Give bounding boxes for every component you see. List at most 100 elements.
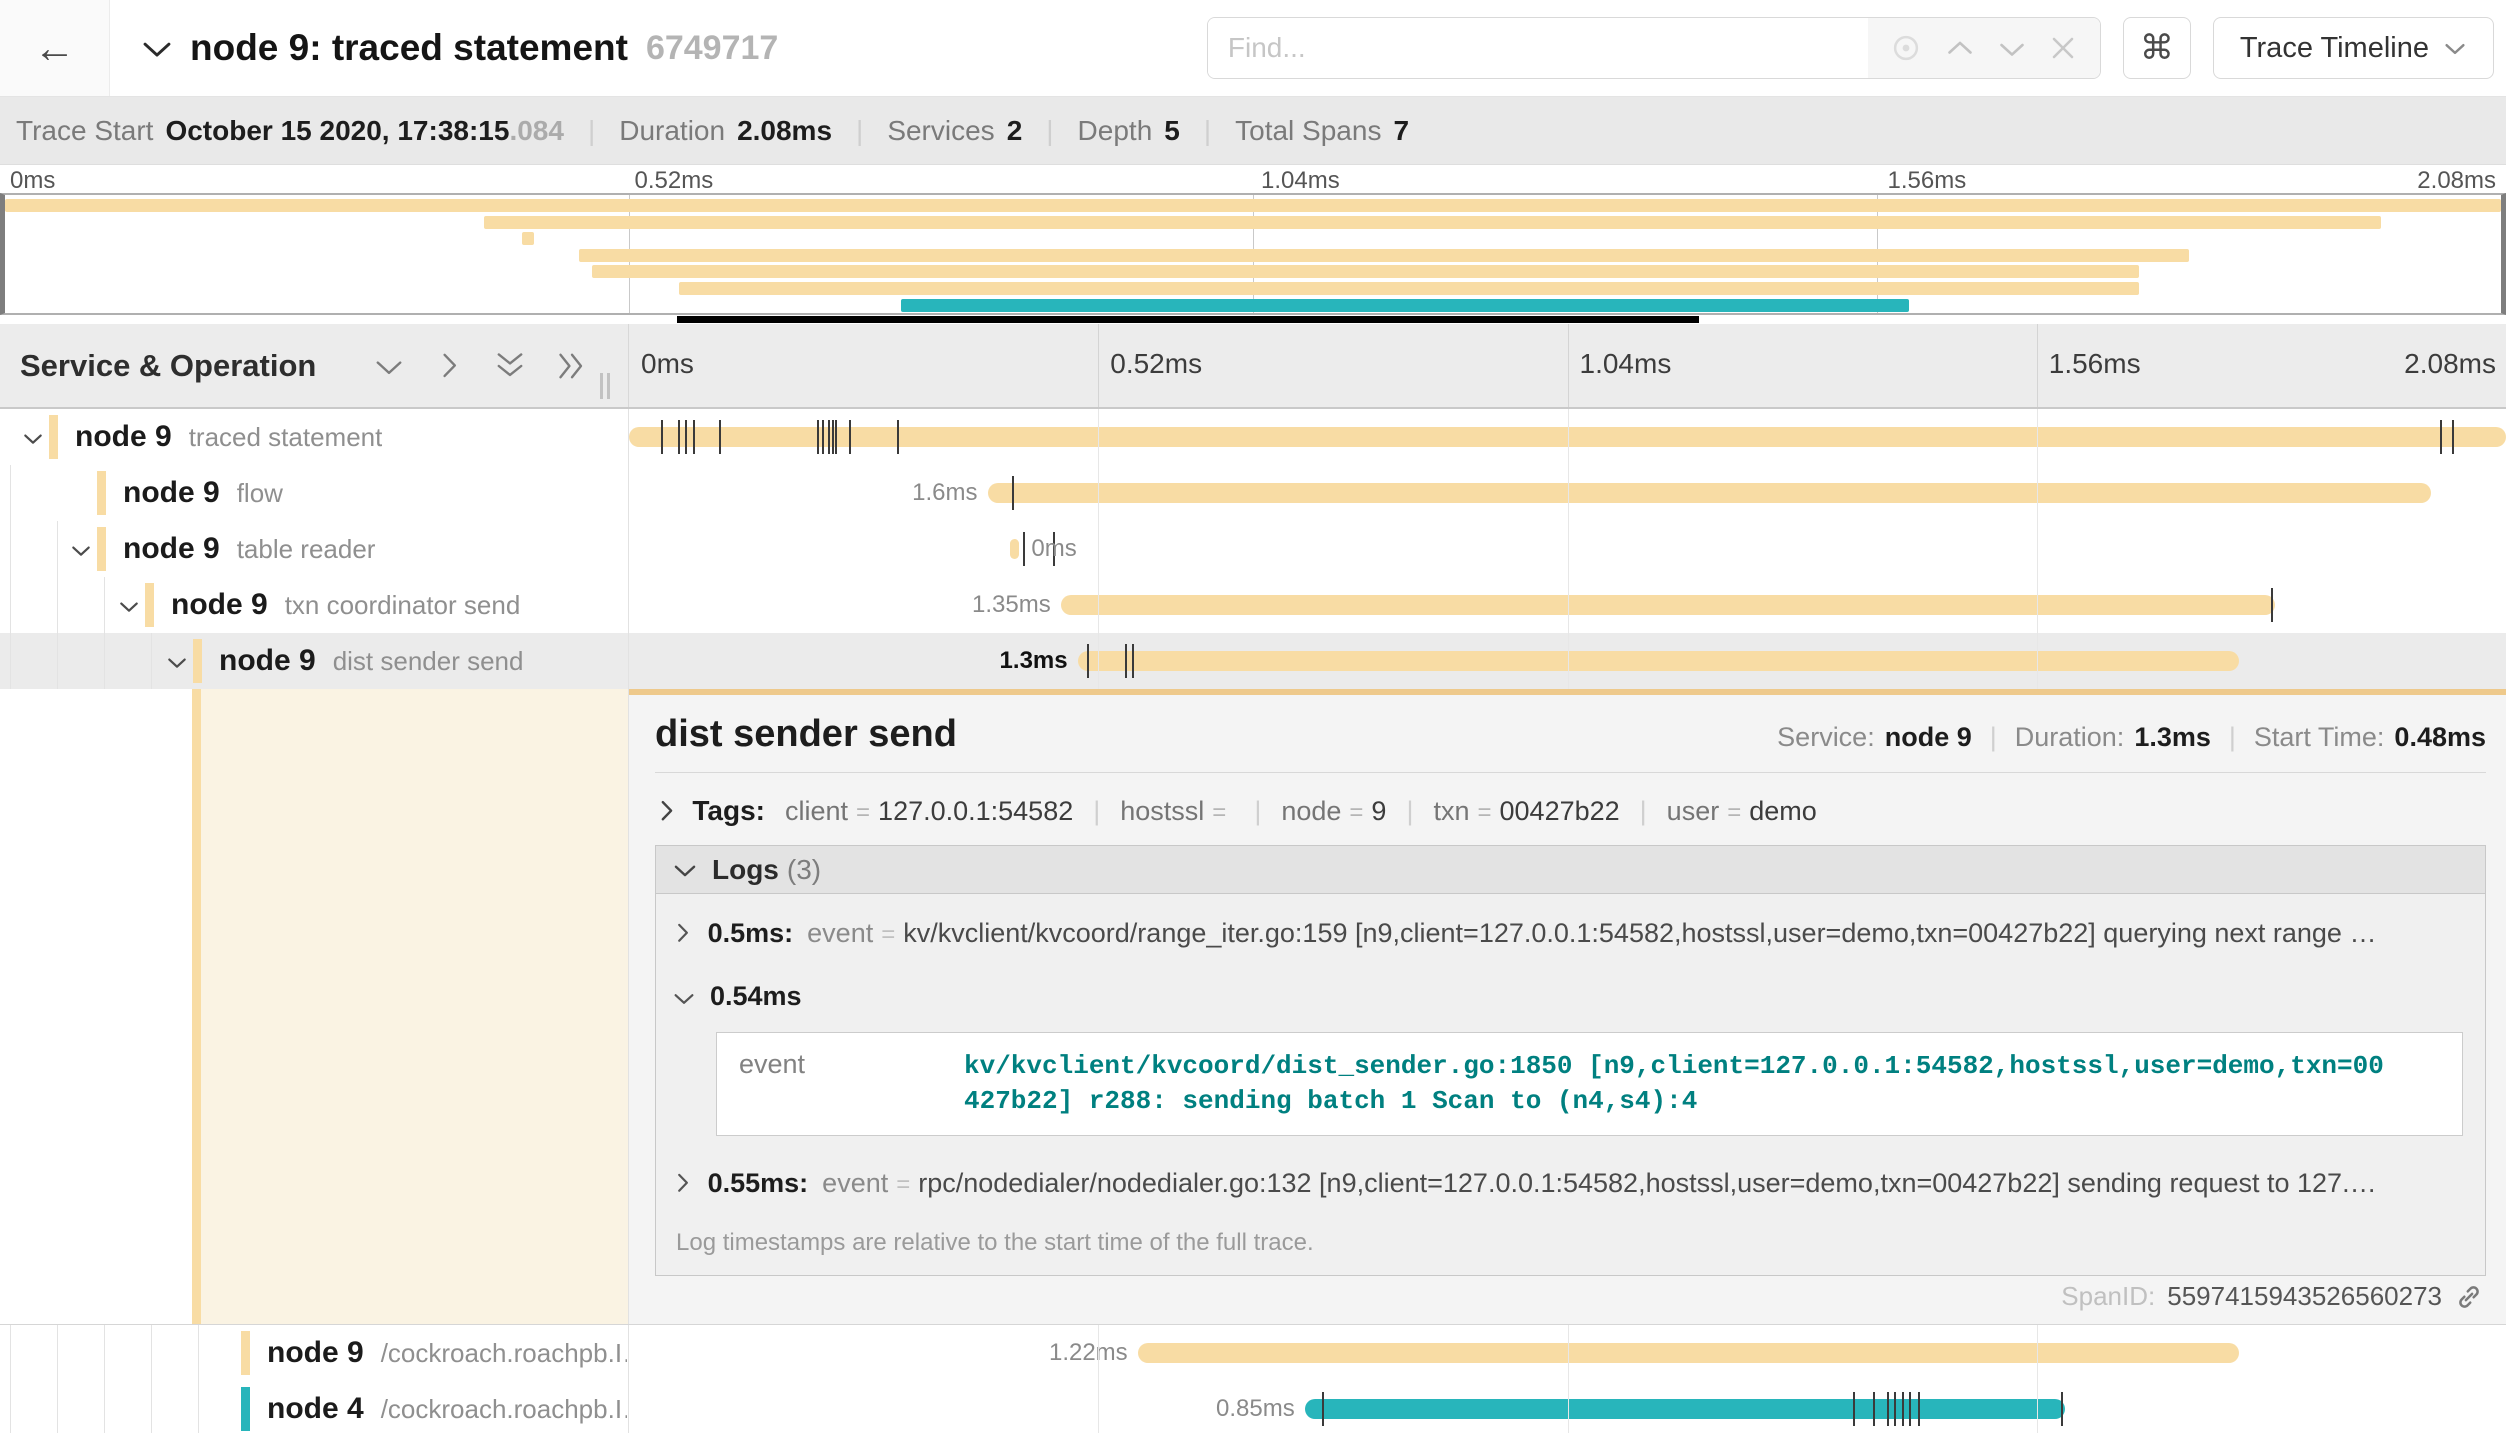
span-duration-bar[interactable] xyxy=(1010,539,1019,559)
log-marker-tick xyxy=(1873,1392,1875,1426)
log-marker-tick xyxy=(1909,1392,1911,1426)
span-tree-cell[interactable]: node 9flow xyxy=(0,465,629,521)
find-bar xyxy=(1207,17,2101,79)
log-marker-tick xyxy=(2271,588,2273,622)
span-tag: txn=00427b22 xyxy=(1433,796,1619,827)
minimap-tick: 0.52ms xyxy=(635,167,714,195)
chevron-right-icon xyxy=(655,799,678,822)
span-duration-bar[interactable] xyxy=(988,483,2431,503)
summary-item: Duration2.08ms xyxy=(619,115,832,147)
log-marker-tick xyxy=(849,420,851,454)
span-detail-panel: dist sender send Service:node 9|Duration… xyxy=(629,689,2506,1324)
log-marker-tick xyxy=(2452,420,2454,454)
log-marker-tick xyxy=(828,420,830,454)
span-name: node 9traced statement xyxy=(75,409,382,470)
span-toggle-chevron-icon[interactable] xyxy=(22,429,44,447)
summary-item: Services2 xyxy=(887,115,1022,147)
collapse-trace-chevron-icon[interactable] xyxy=(140,34,174,61)
span-toggle-chevron-icon[interactable] xyxy=(70,541,92,559)
span-duration-bar[interactable] xyxy=(1138,1343,2240,1363)
span-tree-cell[interactable]: node 9traced statement xyxy=(0,409,629,465)
span-tag: node=9 xyxy=(1281,796,1386,827)
span-detail-row: dist sender send Service:node 9|Duration… xyxy=(0,689,2506,1325)
collapse-all-icon[interactable] xyxy=(494,350,526,382)
clear-search-icon[interactable] xyxy=(2048,33,2078,63)
logs-header[interactable]: Logs(3) xyxy=(656,846,2485,894)
log-marker-tick xyxy=(1125,644,1127,678)
ruler-tick: 2.08ms xyxy=(2404,348,2496,380)
tags-accordion[interactable]: Tags:client=127.0.0.1:54582|hostssl=|nod… xyxy=(655,795,2486,827)
span-row[interactable]: node 4/cockroach.roachpb.I… 0.85ms xyxy=(0,1381,2506,1433)
selected-span-highlight xyxy=(201,689,628,1324)
span-tree-cell[interactable]: node 9txn coordinator send xyxy=(0,577,629,633)
span-timeline-cell[interactable]: 0.85ms xyxy=(629,1381,2506,1433)
chevron-right-icon xyxy=(672,1172,694,1194)
span-row[interactable]: node 9/cockroach.roachpb.I… 1.22ms xyxy=(0,1325,2506,1381)
minimap-tick: 1.56ms xyxy=(1888,167,1967,195)
prev-result-icon[interactable] xyxy=(1945,36,1975,60)
span-timeline-cell[interactable]: 1.35ms xyxy=(629,577,2506,633)
back-button[interactable]: ← xyxy=(0,0,110,96)
span-row[interactable]: node 9dist sender send 1.3ms xyxy=(0,633,2506,689)
span-tree-cell[interactable]: node 9dist sender send xyxy=(0,633,629,689)
keyboard-shortcuts-button[interactable]: ⌘ xyxy=(2123,17,2191,79)
span-row[interactable]: node 9flow 1.6ms xyxy=(0,465,2506,521)
span-toggle-chevron-icon[interactable] xyxy=(166,653,188,671)
trace-view-dropdown[interactable]: Trace Timeline xyxy=(2213,17,2494,79)
deep-link-icon[interactable] xyxy=(2454,1282,2484,1312)
span-tree-cell[interactable]: node 9/cockroach.roachpb.I… xyxy=(0,1325,629,1381)
trace-view-label: Trace Timeline xyxy=(2240,32,2429,65)
span-timeline-cell[interactable] xyxy=(629,409,2506,465)
log-field-row: event kv/kvclient/kvcoord/dist_sender.go… xyxy=(716,1032,2463,1136)
trace-timeline-page: ← node 9: traced statement 6749717 ⌘ Tra… xyxy=(0,0,2506,1439)
log-marker-tick xyxy=(1322,1392,1324,1426)
log-entry-row[interactable]: 0.54ms xyxy=(672,981,2471,1012)
detail-overview-item: Service:node 9 xyxy=(1777,722,1972,753)
span-row[interactable]: node 9txn coordinator send 1.35ms xyxy=(0,577,2506,633)
log-marker-tick xyxy=(835,420,837,454)
column-resize-handle[interactable] xyxy=(600,373,614,399)
span-row[interactable]: node 9traced statement xyxy=(0,409,2506,465)
service-color-bar xyxy=(193,639,202,683)
span-duration-label: 0ms xyxy=(1031,521,1076,577)
span-toggle-chevron-icon[interactable] xyxy=(118,597,140,615)
expand-one-icon[interactable] xyxy=(435,351,464,380)
span-timeline-cell[interactable]: 1.22ms xyxy=(629,1325,2506,1381)
span-row[interactable]: node 9table reader 0ms xyxy=(0,521,2506,577)
log-marker-tick xyxy=(832,420,834,454)
expand-all-icon[interactable] xyxy=(556,350,588,382)
log-marker-tick xyxy=(678,420,680,454)
logs-body: 0.5ms:event=kv/kvclient/kvcoord/range_it… xyxy=(656,894,2485,1275)
service-color-bar xyxy=(49,415,58,459)
log-marker-tick xyxy=(661,420,663,454)
next-result-icon[interactable] xyxy=(1997,36,2027,60)
minimap-tick: 1.04ms xyxy=(1261,167,1340,195)
ruler-tick: 0.52ms xyxy=(1110,348,1202,380)
service-color-bar xyxy=(97,527,106,571)
span-duration-bar[interactable] xyxy=(1078,651,2240,671)
minimap-scrollbar[interactable] xyxy=(677,316,1699,323)
span-tree-cell[interactable]: node 4/cockroach.roachpb.I… xyxy=(0,1381,629,1433)
span-rows-area: node 9traced statement node 9flow 1.6ms … xyxy=(0,409,2506,1433)
log-marker-tick xyxy=(1894,1392,1896,1426)
span-duration-bar[interactable] xyxy=(629,427,2506,447)
find-input[interactable] xyxy=(1208,18,1868,78)
log-marker-tick xyxy=(1132,644,1134,678)
span-id-row: SpanID:5597415943526560273 xyxy=(2061,1281,2484,1312)
span-timeline-cell[interactable]: 0ms xyxy=(629,521,2506,577)
log-entry-row[interactable]: 0.5ms:event=kv/kvclient/kvcoord/range_it… xyxy=(672,918,2471,949)
span-timeline-cell[interactable]: 1.6ms xyxy=(629,465,2506,521)
span-name: node 4/cockroach.roachpb.I… xyxy=(267,1381,627,1433)
span-tree-cell[interactable]: node 9table reader xyxy=(0,521,629,577)
minimap-span-bar xyxy=(522,232,534,245)
summary-separator: | xyxy=(588,115,595,147)
service-operation-title: Service & Operation xyxy=(0,348,316,384)
locate-icon[interactable] xyxy=(1889,31,1923,65)
minimap-canvas[interactable] xyxy=(0,193,2506,315)
collapse-one-icon[interactable] xyxy=(373,353,405,379)
span-timeline-cell[interactable]: 1.3ms xyxy=(629,633,2506,689)
log-entry-row[interactable]: 0.55ms:event=rpc/nodedialer/nodedialer.g… xyxy=(672,1168,2471,1199)
span-duration-bar[interactable] xyxy=(1305,1399,2065,1419)
span-duration-bar[interactable] xyxy=(1061,595,2275,615)
detail-span-title: dist sender send xyxy=(655,713,957,756)
